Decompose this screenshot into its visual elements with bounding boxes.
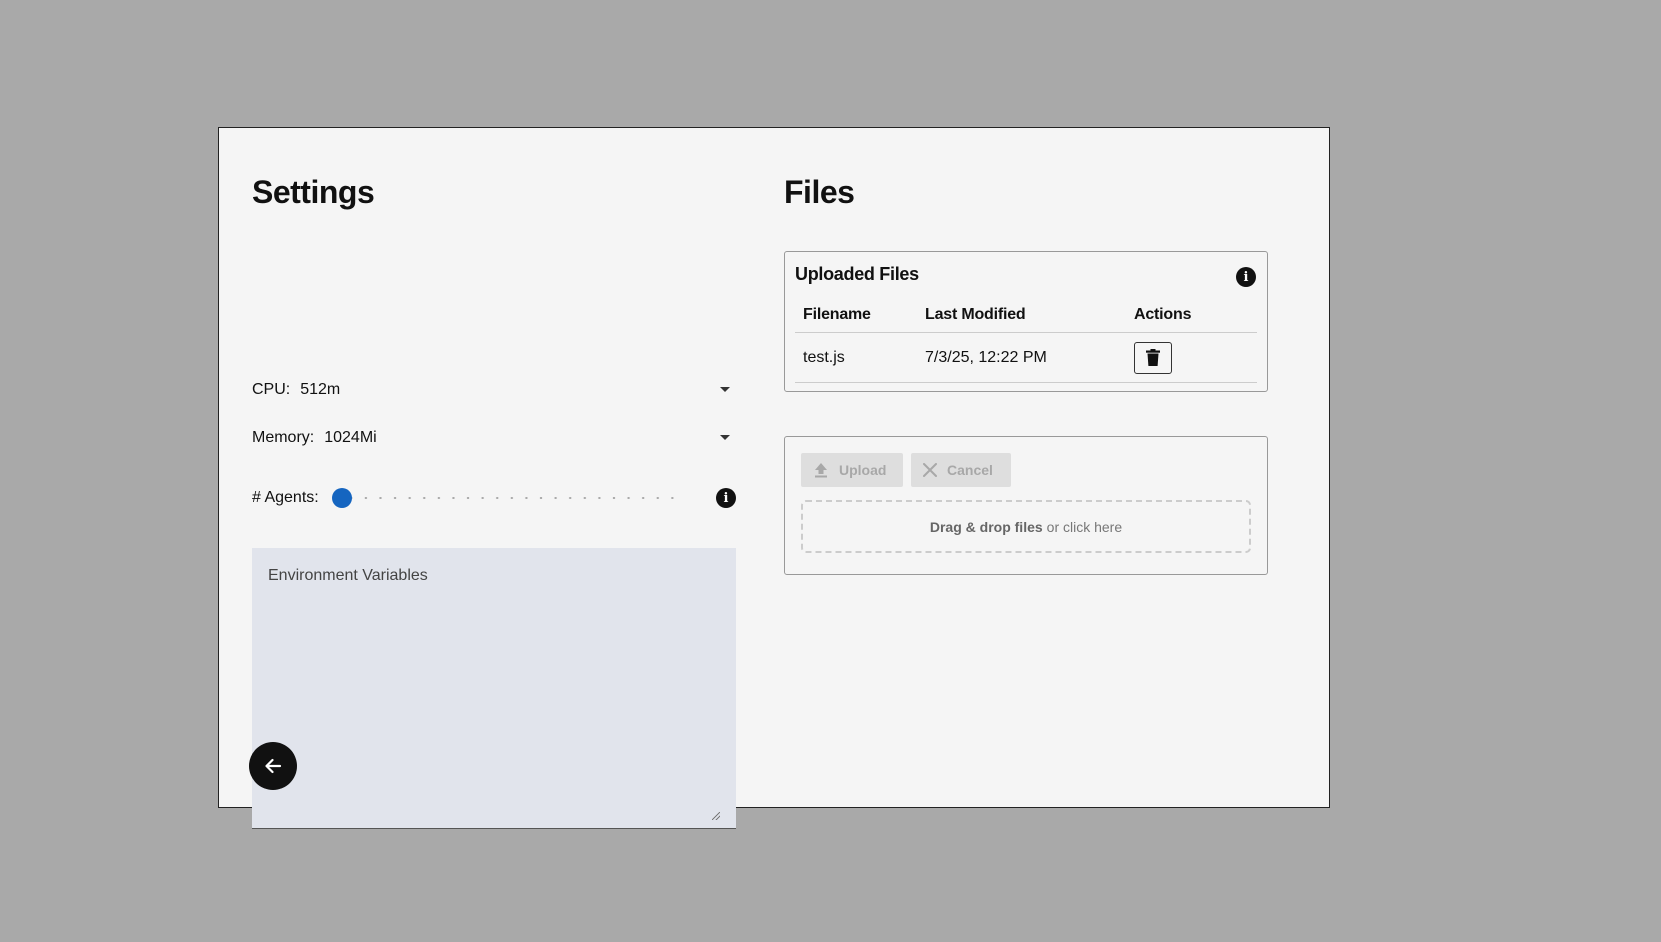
cpu-select[interactable]: CPU: 512m <box>252 375 736 405</box>
modified-cell: 7/3/25, 12:22 PM <box>917 332 1126 383</box>
arrow-left-icon <box>265 758 282 774</box>
memory-value: 1024Mi <box>324 429 377 446</box>
agents-slider[interactable] <box>332 487 682 509</box>
dropzone-text: or click here <box>1046 518 1123 535</box>
settings-dialog: Settings CPU: 512m Memory: 1024Mi # Agen… <box>218 127 1330 829</box>
dropzone-bold-text: Drag & drop files <box>929 518 1043 535</box>
upload-label: Upload <box>839 462 887 478</box>
environment-variables-textarea[interactable]: Environment Variables <box>252 548 736 829</box>
cpu-value: 512m <box>300 381 341 398</box>
agents-label: # Agents: <box>252 489 319 506</box>
info-icon[interactable]: i <box>716 488 736 508</box>
uploaded-files-panel: Uploaded Files i Filename Last Modified … <box>784 251 1268 392</box>
column-header: Filename <box>795 298 917 333</box>
memory-label: Memory: <box>252 429 315 446</box>
column-header: Last Modified <box>917 298 1126 333</box>
cpu-label: CPU: <box>252 381 291 398</box>
column-header: Actions <box>1126 298 1257 333</box>
memory-select[interactable]: Memory: 1024Mi <box>252 423 736 453</box>
close-icon <box>923 463 937 477</box>
upload-panel: Upload Cancel Drag & drop files or click… <box>784 436 1268 575</box>
info-icon[interactable]: i <box>1236 267 1256 287</box>
filename-cell: test.js <box>795 332 917 383</box>
slider-track[interactable] <box>344 497 682 499</box>
upload-icon <box>815 463 827 478</box>
uploaded-files-title: Uploaded Files <box>795 264 919 284</box>
files-title: Files <box>784 174 855 210</box>
delete-file-button[interactable] <box>1134 341 1172 374</box>
chevron-down-icon <box>720 435 730 440</box>
env-placeholder: Environment Variables <box>268 567 428 584</box>
slider-thumb[interactable] <box>332 488 352 508</box>
cancel-button[interactable]: Cancel <box>911 453 1011 487</box>
chevron-down-icon <box>720 387 730 392</box>
files-table: Filename Last Modified Actions test.js 7… <box>795 298 1257 383</box>
settings-title: Settings <box>252 174 375 210</box>
file-dropzone[interactable]: Drag & drop files or click here <box>801 500 1251 553</box>
back-button[interactable] <box>249 742 297 790</box>
trash-icon <box>1146 349 1160 366</box>
upload-button[interactable]: Upload <box>801 453 903 487</box>
actions-cell <box>1126 332 1257 383</box>
agents-row: # Agents: i <box>252 483 736 513</box>
cancel-label: Cancel <box>947 462 993 478</box>
table-row: test.js 7/3/25, 12:22 PM <box>795 332 1257 383</box>
resize-handle-icon[interactable] <box>712 812 720 820</box>
